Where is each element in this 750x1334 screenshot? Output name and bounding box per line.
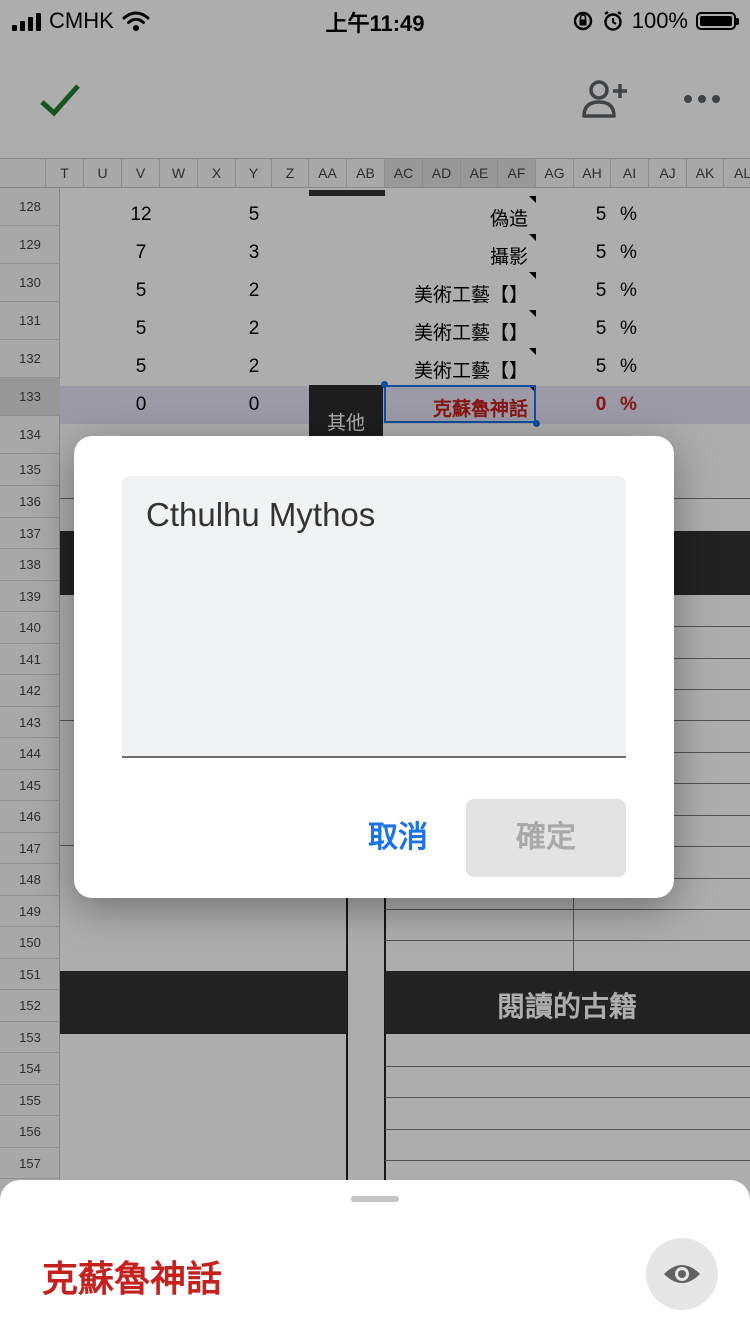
confirm-button[interactable]: 確定: [466, 799, 626, 877]
eye-icon: [664, 1265, 700, 1283]
drag-handle[interactable]: [351, 1196, 399, 1202]
cancel-button[interactable]: 取消: [346, 800, 450, 876]
cell-value-preview: 克蘇魯神話: [42, 1258, 223, 1299]
cell-preview-sheet[interactable]: 克蘇魯神話: [0, 1180, 750, 1334]
edit-cell-dialog: Cthulhu Mythos 取消 確定: [74, 436, 674, 898]
view-button[interactable]: [646, 1238, 718, 1310]
cell-edit-input[interactable]: Cthulhu Mythos: [122, 476, 626, 758]
